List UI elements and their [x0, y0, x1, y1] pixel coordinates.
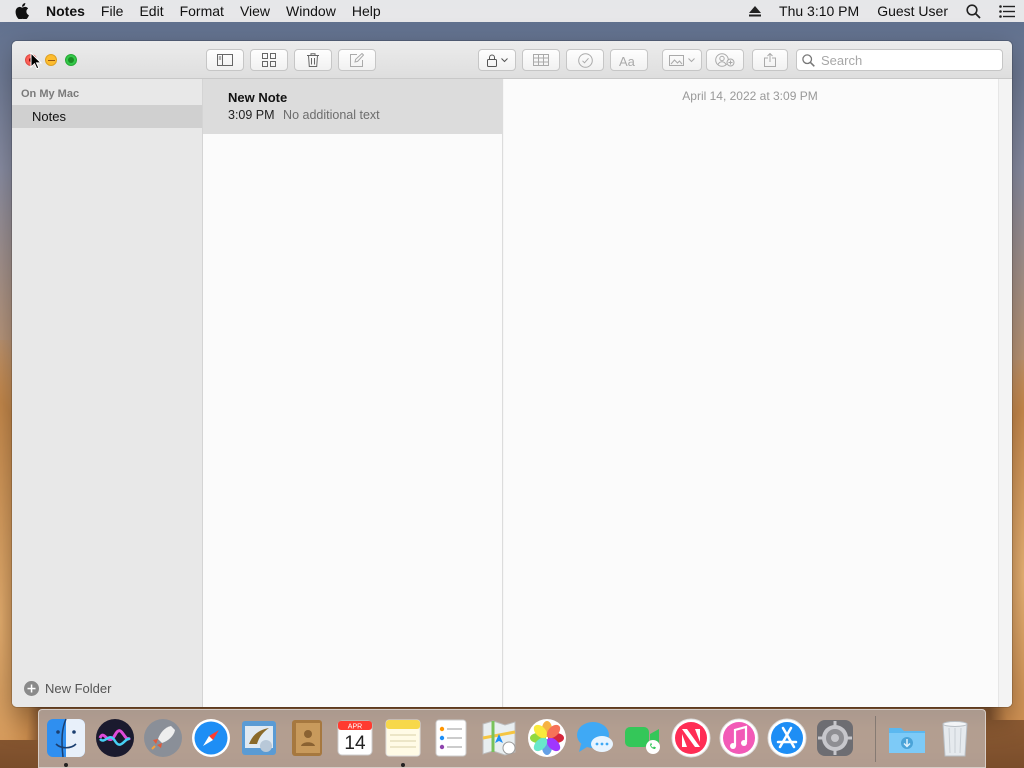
- spotlight-icon[interactable]: [957, 0, 990, 22]
- reminders-icon[interactable]: [431, 718, 471, 758]
- add-media-button[interactable]: [662, 49, 702, 71]
- table-icon: [533, 54, 549, 66]
- messages-icon[interactable]: [575, 718, 615, 758]
- calendar-day: 14: [344, 733, 366, 754]
- running-indicator: [64, 763, 68, 767]
- menu-user[interactable]: Guest User: [868, 0, 957, 22]
- photos-icon[interactable]: [527, 718, 567, 758]
- calendar-icon[interactable]: APR 14: [335, 718, 375, 758]
- text-format-button[interactable]: Aa: [610, 49, 648, 71]
- add-circle-icon: [24, 681, 39, 696]
- news-icon[interactable]: [671, 718, 711, 758]
- search-icon: [802, 53, 815, 67]
- add-people-button[interactable]: [706, 49, 744, 71]
- apple-menu-icon[interactable]: [0, 3, 44, 19]
- running-indicator: [401, 763, 405, 767]
- menu-edit[interactable]: Edit: [131, 0, 171, 22]
- menu-app-name[interactable]: Notes: [44, 0, 93, 22]
- contacts-icon[interactable]: [287, 718, 327, 758]
- editor-scrollbar[interactable]: [998, 79, 1012, 707]
- compose-icon: [350, 53, 364, 67]
- notes-list: New Note 3:09 PM No additional text: [203, 79, 503, 707]
- mail-icon[interactable]: [239, 718, 279, 758]
- chevron-down-icon: [688, 57, 695, 62]
- notes-window: Aa On My Mac Notes New Folder New Note 3: [12, 41, 1012, 707]
- delete-note-button[interactable]: [294, 49, 332, 71]
- sidebar-item-notes[interactable]: Notes: [12, 105, 202, 128]
- sidebar-section-header: On My Mac: [21, 88, 80, 100]
- new-folder-label: New Folder: [45, 681, 112, 696]
- notification-center-icon[interactable]: [990, 0, 1024, 22]
- note-editor[interactable]: April 14, 2022 at 3:09 PM: [504, 79, 1012, 707]
- svg-text:Aa: Aa: [619, 54, 636, 67]
- trash-icon[interactable]: [935, 718, 975, 758]
- note-meta: 3:09 PM No additional text: [228, 108, 502, 122]
- add-people-icon: [715, 53, 735, 67]
- app-store-icon[interactable]: [767, 718, 807, 758]
- dock: APR 14: [38, 709, 986, 768]
- note-time: 3:09 PM: [228, 108, 275, 122]
- list-item[interactable]: New Note 3:09 PM No additional text: [203, 79, 502, 134]
- notes-icon[interactable]: [383, 718, 423, 758]
- menu-format[interactable]: Format: [172, 0, 232, 22]
- checkmark-circle-icon: [577, 52, 593, 68]
- note-title: New Note: [228, 90, 288, 105]
- insert-table-button[interactable]: [522, 49, 560, 71]
- calendar-month: APR: [348, 724, 362, 731]
- grid-icon: [262, 53, 276, 67]
- zoom-window-button[interactable]: [65, 54, 77, 66]
- menu-help[interactable]: Help: [344, 0, 389, 22]
- share-button[interactable]: [752, 49, 788, 71]
- menu-view[interactable]: View: [232, 0, 278, 22]
- dock-separator: [875, 716, 876, 762]
- maps-icon[interactable]: [479, 718, 519, 758]
- folders-sidebar: On My Mac Notes New Folder: [12, 79, 203, 707]
- eject-icon[interactable]: [740, 0, 770, 22]
- gallery-view-button[interactable]: [250, 49, 288, 71]
- system-preferences-icon[interactable]: [815, 718, 855, 758]
- menu-bar: Notes File Edit Format View Window Help …: [0, 0, 1024, 22]
- menu-clock[interactable]: Thu 3:10 PM: [770, 0, 868, 22]
- menu-file[interactable]: File: [93, 0, 132, 22]
- text-format-icon: Aa: [619, 54, 636, 67]
- toggle-sidebar-button[interactable]: [206, 49, 244, 71]
- trash-icon: [307, 53, 319, 67]
- lock-note-button[interactable]: [478, 49, 516, 71]
- new-folder-button[interactable]: New Folder: [24, 681, 111, 696]
- share-icon: [764, 53, 776, 67]
- checklist-button[interactable]: [566, 49, 604, 71]
- photo-icon: [669, 54, 684, 66]
- window-toolbar: Aa: [12, 41, 1012, 79]
- menu-window[interactable]: Window: [278, 0, 344, 22]
- safari-icon[interactable]: [191, 718, 231, 758]
- itunes-icon[interactable]: [719, 718, 759, 758]
- search-input[interactable]: [821, 52, 991, 68]
- note-preview: No additional text: [283, 108, 380, 122]
- siri-icon[interactable]: [95, 718, 135, 758]
- search-field[interactable]: [796, 49, 1003, 71]
- mouse-cursor-icon: [30, 52, 42, 70]
- downloads-icon[interactable]: [887, 718, 927, 758]
- chevron-down-icon: [500, 57, 508, 62]
- facetime-icon[interactable]: [623, 718, 663, 758]
- launchpad-icon[interactable]: [143, 718, 183, 758]
- note-date: April 14, 2022 at 3:09 PM: [682, 89, 818, 103]
- sidebar-icon: [217, 54, 233, 66]
- new-note-button[interactable]: [338, 49, 376, 71]
- lock-icon: [486, 54, 497, 67]
- minimize-window-button[interactable]: [45, 54, 57, 66]
- finder-icon[interactable]: [46, 718, 86, 758]
